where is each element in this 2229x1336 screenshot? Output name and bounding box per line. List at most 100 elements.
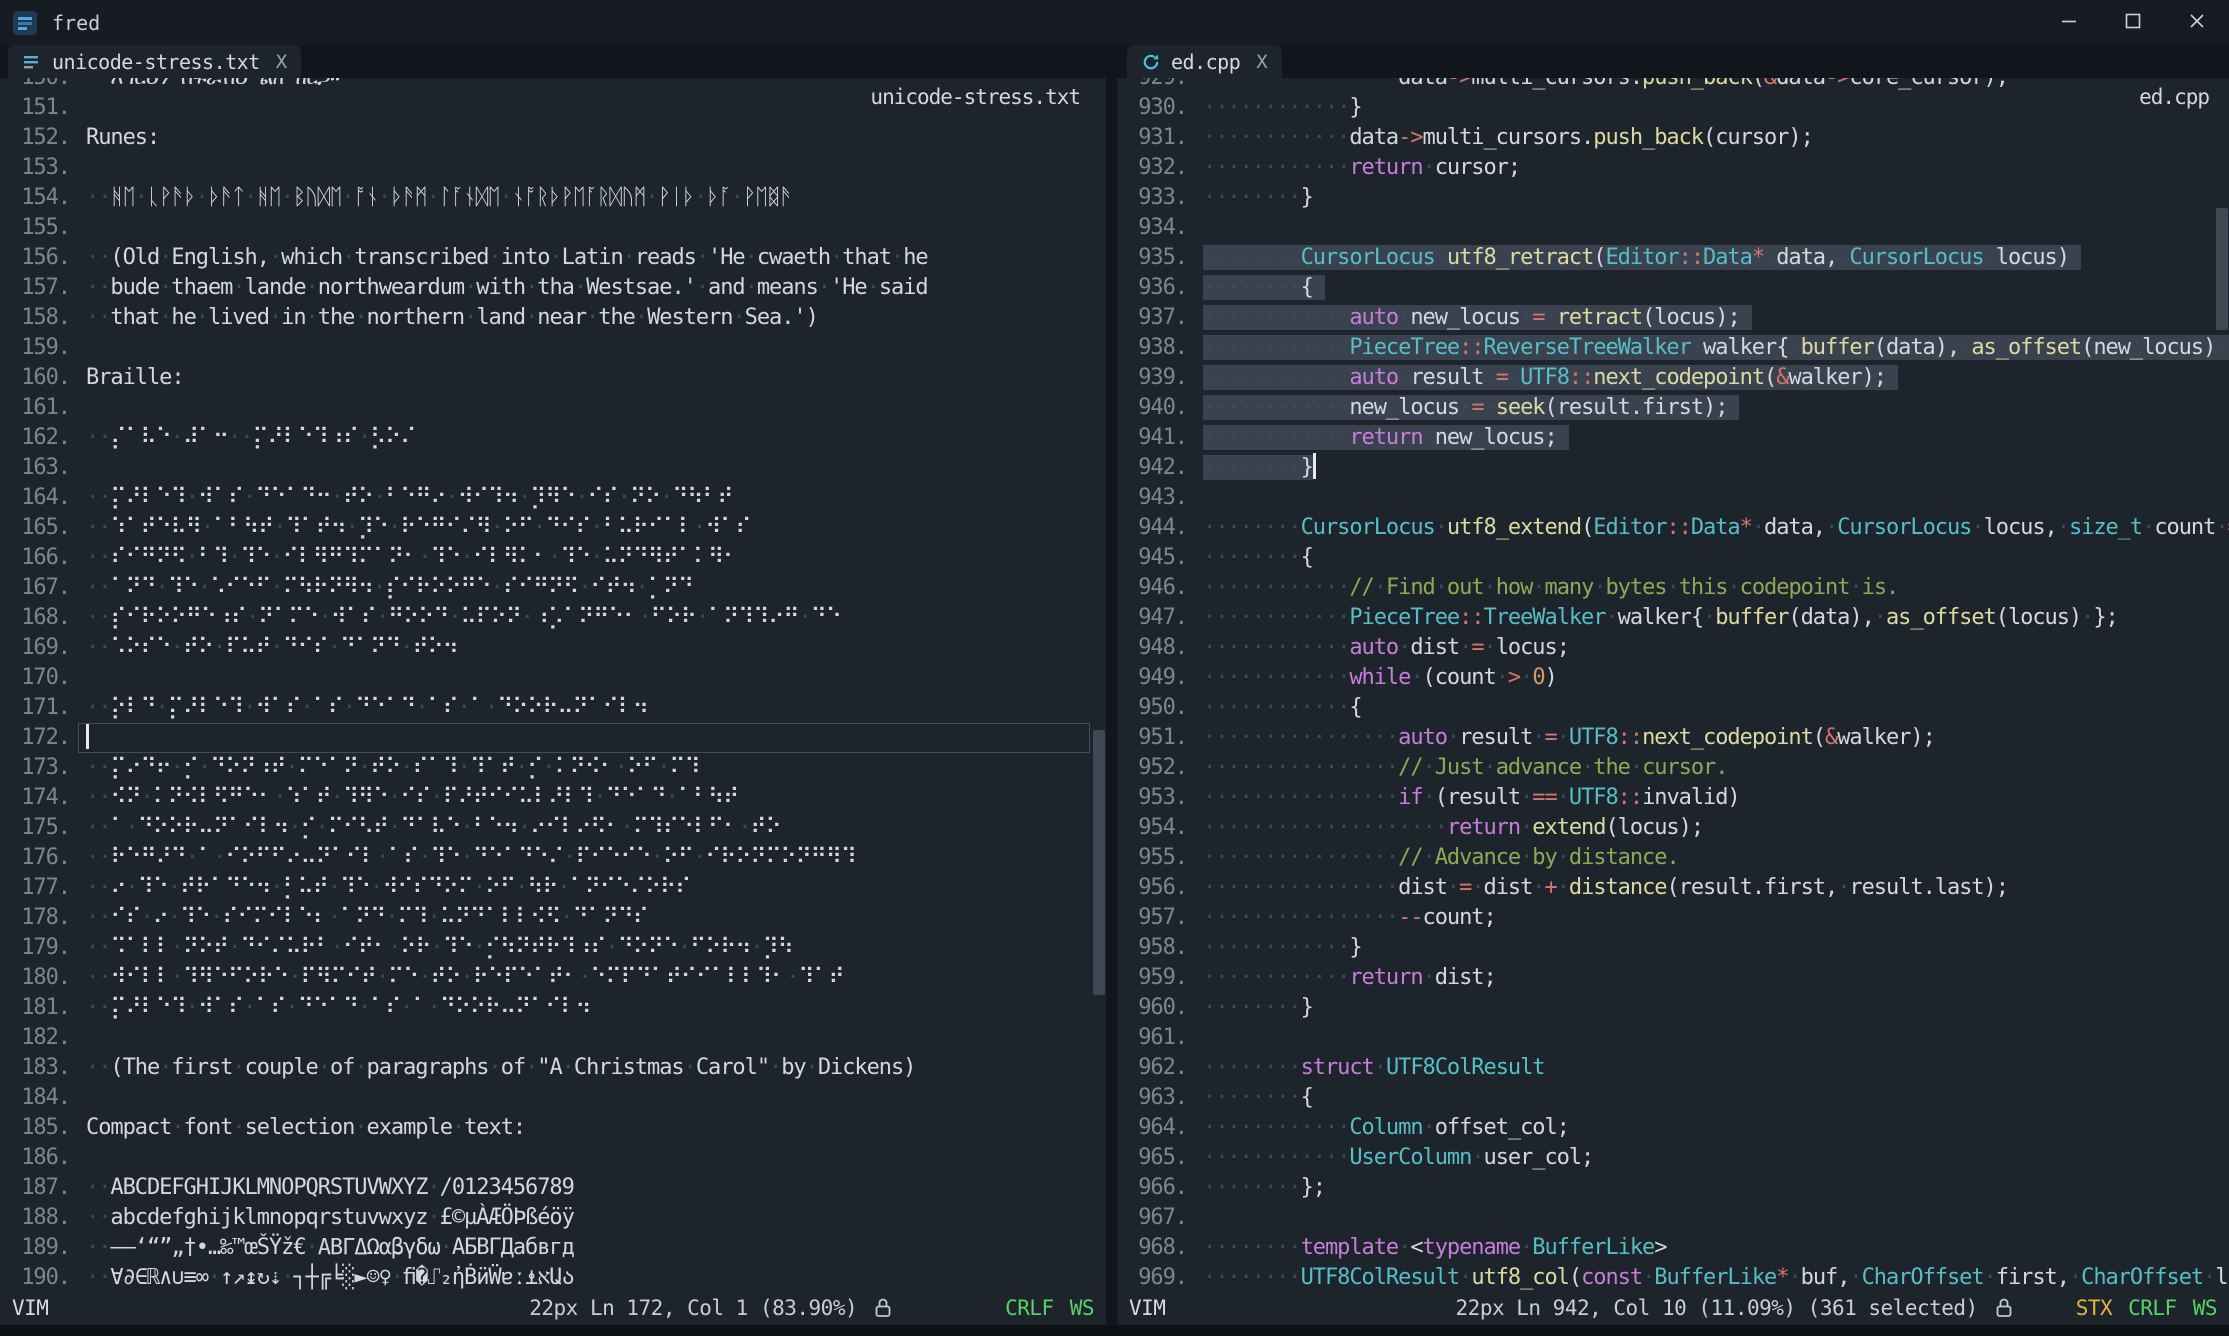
code-line[interactable]: 160.Braille: [0,363,1106,393]
code-line[interactable]: 934. [1117,213,2229,243]
code-line[interactable]: 161. [0,393,1106,423]
code-line[interactable]: 939.············auto·result·=·UTF8::next… [1117,363,2229,393]
scrollbar-thumb-left[interactable] [1093,730,1105,995]
close-button[interactable] [2165,0,2229,45]
code-line[interactable]: 968.········template·<typename·BufferLik… [1117,1233,2229,1263]
maximize-button[interactable] [2101,0,2165,45]
code-line[interactable]: 152.Runes: [0,123,1106,153]
code-line[interactable]: 959.············return·dist; [1117,963,2229,993]
code-line[interactable]: 935.········CursorLocus·utf8_retract(Edi… [1117,243,2229,273]
code-line[interactable]: 940.············new_locus·=·seek(result.… [1117,393,2229,423]
code-line[interactable]: 960.········} [1117,993,2229,1023]
code-line[interactable]: 956.················dist·=·dist·+·distan… [1117,873,2229,903]
code-line[interactable]: 186. [0,1143,1106,1173]
code-line[interactable]: 177.··⠔·⠹⠑·⠞⠗⠁⠙⠑⠲·⡃⠥⠞·⠹⠑·⠺⠊⠎⠙⠕⠍·⠕⠋·⠳⠗·⠁⠝… [0,873,1106,903]
code-line[interactable]: 181.··⡍⠜⠇⠑⠹·⠺⠁⠎·⠁⠎·⠙⠑⠁⠙·⠁⠎·⠁·⠙⠕⠕⠗⠤⠝⠁⠊⠇⠲ [0,993,1106,1023]
code-line[interactable]: 171.··⡕⠇⠙·⡍⠜⠇⠑⠹·⠺⠁⠎·⠁⠎·⠙⠑⠁⠙·⠁⠎·⠁·⠙⠕⠕⠗⠤⠝⠁… [0,693,1106,723]
code-line[interactable]: 190.··∀∂∈ℝ∧∪≡∞·↑↗↨↻⇣·┐┼╔╘░►☺♀·ﬁ�⑀₂ἠḂӥẄɐː… [0,1263,1106,1291]
code-line[interactable]: 944.········CursorLocus·utf8_extend(Edit… [1117,513,2229,543]
code-line[interactable]: 965.············UserColumn·user_col; [1117,1143,2229,1173]
code-line[interactable]: 169.··⠡⠕⠎⠑·⠞⠕·⠏⠥⠞·⠙⠊⠎·⠙⠁⠝⠙·⠞⠕⠲ [0,633,1106,663]
code-line[interactable]: 183.··(The·first·couple·of·paragraphs·of… [0,1053,1106,1083]
code-line[interactable]: 947.············PieceTree::TreeWalker·wa… [1117,603,2229,633]
code-line[interactable]: 158.··that·he·lived·in·the·northern·land… [0,303,1106,333]
code-line[interactable]: 163. [0,453,1106,483]
code-line[interactable]: 189.··–—‘“”„†•…‰™œŠŸž€·ΑΒΓΔΩαβγδω·АБВГДа… [0,1233,1106,1263]
tab-ed-cpp[interactable]: ed.cpp X [1127,45,1282,78]
code-line[interactable]: 168.··⡎⠊⠗⠕⠕⠛⠑⠰⠎·⠝⠁⠍⠑·⠺⠁⠎·⠛⠕⠕⠙·⠥⠏⠕⠝·⠰⡡⠁⠝⠛… [0,603,1106,633]
code-line[interactable]: 179.··⠩⠁⠇⠇·⠝⠕⠞·⠙⠊⠌⠥⠗⠃·⠊⠞⠂·⠕⠗·⠹⠑·⡊⠳⠝⠞⠗⠹⠰⠎… [0,933,1106,963]
code-line[interactable]: 957.················--count; [1117,903,2229,933]
code-line[interactable]: 932.············return·cursor; [1117,153,2229,183]
code-line[interactable]: 961. [1117,1023,2229,1053]
code-line[interactable]: 165.··⠱⠁⠞⠑⠧⠻·⠁⠃⠳⠞·⠹⠁⠞⠲·⡹⠑·⠗⠑⠛⠊⠌⠻·⠕⠋·⠙⠊⠎·… [0,513,1106,543]
code-line[interactable]: 964.············Column·offset_col; [1117,1113,2229,1143]
code-line[interactable]: 941.············return·new_locus; [1117,423,2229,453]
whitespace-indicator-left[interactable]: WS [1070,1296,1094,1320]
code-line[interactable]: 958.············} [1117,933,2229,963]
code-line[interactable]: 949.············while·(count·>·0) [1117,663,2229,693]
code-line[interactable]: 936.········{ [1117,273,2229,303]
code-line[interactable]: 175.··⠁·⠙⠕⠕⠗⠤⠝⠁⠊⠇⠲·⡊·⠍⠊⠣⠞·⠙⠁⠧⠑·⠃⠑⠲·⠔⠊⠇⠔⠫… [0,813,1106,843]
code-line[interactable]: 963.········{ [1117,1083,2229,1113]
code-line[interactable]: 173.··⡍⠔⠙⠖·⡊·⠙⠕⠝⠰⠞·⠍⠑⠁⠝·⠞⠕·⠎⠁⠹·⠹⠁⠞·⡊·⠅⠝⠪… [0,753,1106,783]
eol-indicator-left[interactable]: CRLF [1005,1296,1054,1320]
tab-close-icon[interactable]: X [1256,51,1267,73]
tab-unicode-stress-txt[interactable]: unicode-stress.txt X [8,45,301,78]
code-line[interactable]: 946.············//·Find·out·how·many·byt… [1117,573,2229,603]
code-line[interactable]: 933.········} [1117,183,2229,213]
code-line[interactable]: 954.····················return·extend(lo… [1117,813,2229,843]
code-line[interactable]: 930.············} [1117,93,2229,123]
code-line[interactable]: 185.Compact·font·selection·example·text: [0,1113,1106,1143]
code-line[interactable]: 938.············PieceTree::ReverseTreeWa… [1117,333,2229,363]
code-line[interactable]: 943. [1117,483,2229,513]
code-line[interactable]: 942.········} [1117,453,2229,483]
code-line[interactable]: 157.··bude·thaem·lande·northweardum·with… [0,273,1106,303]
pane-divider[interactable] [1106,45,1117,1325]
code-line[interactable]: 156.··(Old·English,·which·transcribed·in… [0,243,1106,273]
code-line[interactable]: 945.········{ [1117,543,2229,573]
scrollbar-thumb-right[interactable] [2216,208,2228,330]
code-line[interactable]: 166.··⠎⠊⠛⠝⠫·⠃⠹·⠹⠑·⠊⠇⠻⠛⠹⠍⠁⠝⠂·⠹⠑·⠊⠇⠻⠅⠂·⠹⠑·… [0,543,1106,573]
whitespace-indicator-right[interactable]: WS [2193,1296,2217,1320]
code-line[interactable]: 953.················if·(result·==·UTF8::… [1117,783,2229,813]
minimize-button[interactable] [2037,0,2101,45]
code-line[interactable]: 952.················//·Just·advance·the·… [1117,753,2229,783]
code-line[interactable]: 937.············auto·new_locus·=·retract… [1117,303,2229,333]
tab-close-icon[interactable]: X [276,51,287,73]
code-line[interactable]: 155. [0,213,1106,243]
lock-icon[interactable] [1994,1297,2014,1319]
lock-icon[interactable] [873,1297,893,1319]
scrollbar-right[interactable] [2216,45,2228,1291]
code-line[interactable]: 178.··⠊⠎·⠔·⠹⠑·⠎⠊⠍⠊⠇⠑⠆·⠁⠝⠙·⠍⠹·⠥⠝⠙⠁⠇⠇⠪⠫·⠙⠁… [0,903,1106,933]
code-line[interactable]: 184. [0,1083,1106,1113]
code-line[interactable]: 951.················auto·result·=·UTF8::… [1117,723,2229,753]
code-line[interactable]: 154.··ᚻᛖ·ᚳᚹᚫᚦ·ᚦᚫᛏ·ᚻᛖ·ᛒᚢᛞᛖ·ᚩᚾ·ᚦᚫᛗ·ᛚᚪᚾᛞᛖ·ᚾ… [0,183,1106,213]
code-line[interactable]: 180.··⠺⠊⠇⠇·⠹⠻⠑⠋⠕⠗⠑·⠏⠻⠍⠊⠞·⠍⠑·⠞⠕·⠗⠑⠏⠑⠁⠞⠂·⠑… [0,963,1106,993]
code-line[interactable]: 170. [0,663,1106,693]
code-line[interactable]: 153. [0,153,1106,183]
code-line[interactable]: 931.············data->multi_cursors.push… [1117,123,2229,153]
code-line[interactable]: 969.········UTF8ColResult·utf8_col(const… [1117,1263,2229,1291]
code-line[interactable]: 172. [0,723,1106,753]
title-bar[interactable]: fred [0,0,2229,45]
code-line[interactable]: 967. [1117,1203,2229,1233]
editor-pane-left[interactable]: 150.··እግርህን·በፍራሽህ·ልክ·ዘርጋ።151.152.Runes:1… [0,45,1106,1291]
code-line[interactable]: 162.··⡌⠁⠧⠑·⠼⠁⠒··⡍⠜⠇⠑⠹⠰⠎·⡣⠕⠌ [0,423,1106,453]
code-line[interactable]: 167.··⠁⠝⠙·⠹⠑·⠡⠊⠑⠋·⠍⠳⠗⠝⠻⠲·⡎⠊⠗⠕⠕⠛⠑·⠎⠊⠛⠝⠫·⠊… [0,573,1106,603]
code-line[interactable]: 955.················//·Advance·by·distan… [1117,843,2229,873]
code-line[interactable]: 966.········}; [1117,1173,2229,1203]
syntax-indicator-right[interactable]: STX [2076,1296,2112,1320]
code-line[interactable]: 182. [0,1023,1106,1053]
code-line[interactable]: 962.········struct·UTF8ColResult [1117,1053,2229,1083]
code-line[interactable]: 164.··⡍⠜⠇⠑⠹·⠺⠁⠎·⠙⠑⠁⠙⠒·⠞⠕·⠃⠑⠛⠔·⠺⠊⠹⠲·⡹⠻⠑·⠊… [0,483,1106,513]
code-line[interactable]: 176.··⠗⠑⠛⠜⠙·⠁·⠊⠕⠋⠋⠔⠤⠝⠁⠊⠇·⠁⠎·⠹⠑·⠙⠑⠁⠙⠑⠌·⠏⠊… [0,843,1106,873]
code-line[interactable]: 174.··⠪⠝·⠅⠝⠪⠇⠫⠛⠑⠂·⠱⠁⠞·⠹⠻⠑·⠊⠎·⠏⠜⠞⠊⠊⠥⠇⠜⠇⠹·… [0,783,1106,813]
code-line[interactable]: 950.············{ [1117,693,2229,723]
eol-indicator-right[interactable]: CRLF [2128,1296,2177,1320]
code-line[interactable]: 188.··abcdefghijklmnopqrstuvwxyz·£©µÀÆÖÞ… [0,1203,1106,1233]
editor-pane-right[interactable]: 929.················data->multi_cursors.… [1117,45,2229,1291]
code-line[interactable]: 948.············auto·dist·=·locus; [1117,633,2229,663]
scrollbar-left[interactable] [1093,45,1105,1291]
code-line[interactable]: 187.··ABCDEFGHIJKLMNOPQRSTUVWXYZ·/012345… [0,1173,1106,1203]
